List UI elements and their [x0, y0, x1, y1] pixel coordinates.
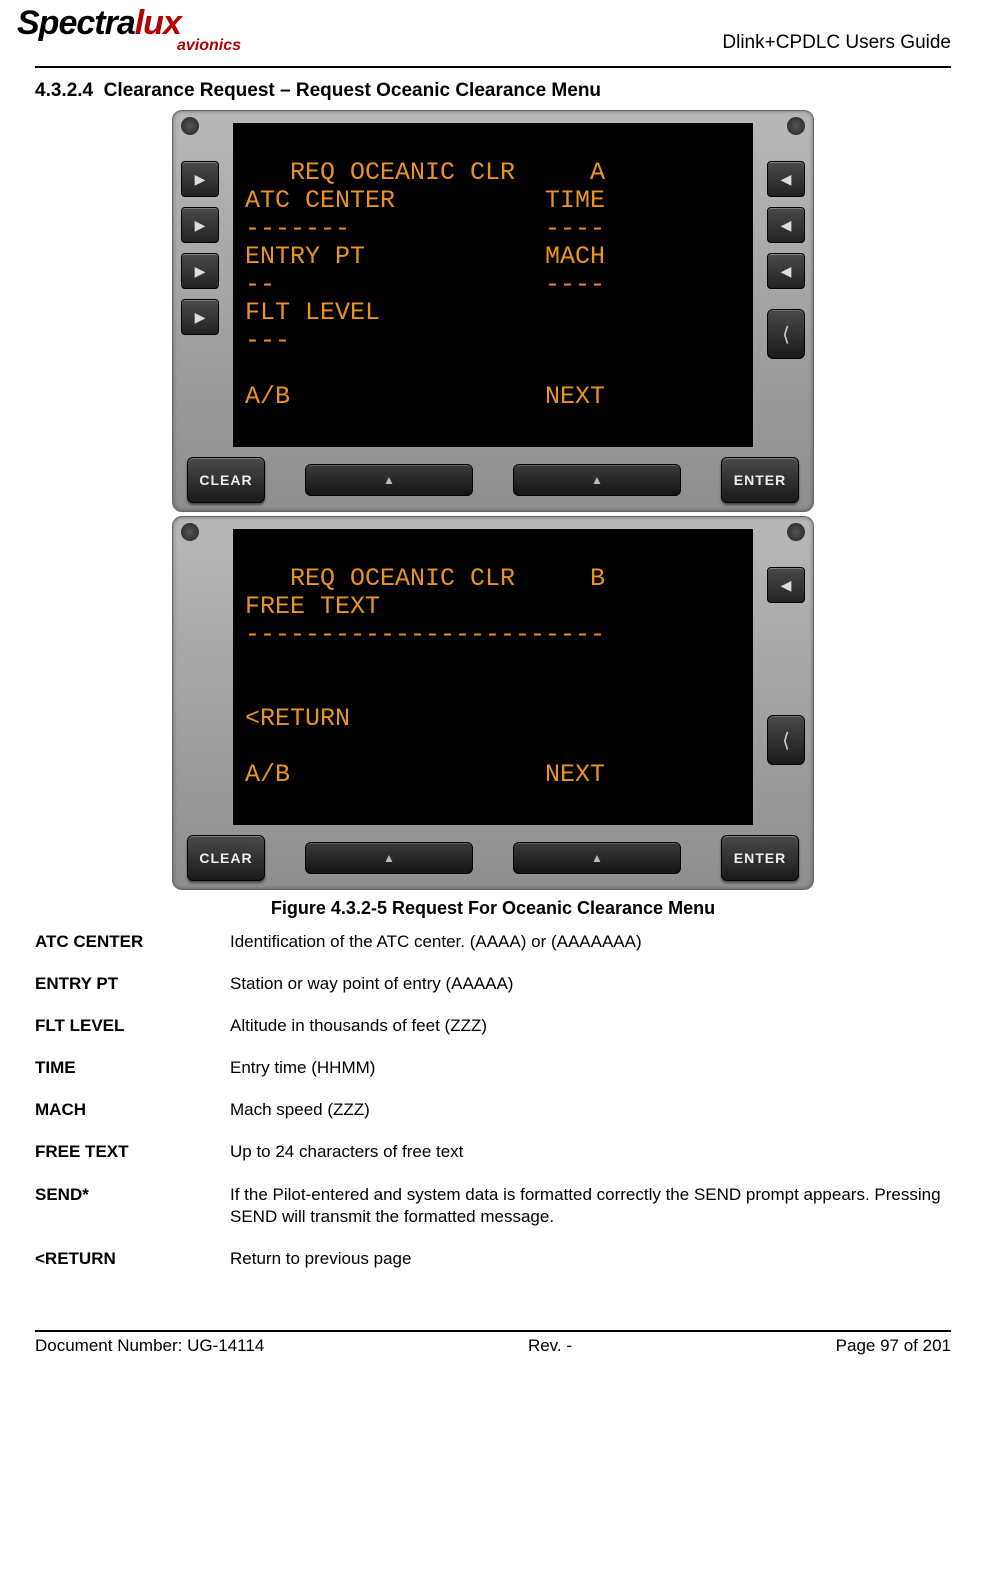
definitions-list: ATC CENTER Identification of the ATC cen…	[35, 931, 951, 1270]
screen-line: FLT LEVEL	[245, 298, 380, 327]
line-select-key[interactable]: ◀	[767, 207, 805, 243]
device-panel-b: ▶ ▶ ▶ ▶ REQ OCEANIC CLR B FREE TEXT ----…	[172, 516, 814, 890]
definition-desc: Altitude in thousands of feet (ZZZ)	[230, 1015, 951, 1037]
screen-line: REQ OCEANIC CLR B	[245, 564, 605, 593]
definition-row: FREE TEXT Up to 24 characters of free te…	[35, 1141, 951, 1163]
definition-desc: Mach speed (ZZZ)	[230, 1099, 951, 1121]
screen-line: ------------------------	[245, 620, 605, 649]
rocker-switch[interactable]: ▲	[513, 842, 681, 874]
line-select-key[interactable]: ◀	[767, 253, 805, 289]
line-select-key[interactable]: ▶	[181, 253, 219, 289]
definition-row: FLT LEVEL Altitude in thousands of feet …	[35, 1015, 951, 1037]
enter-button[interactable]: ENTER	[721, 457, 799, 503]
definition-term: ATC CENTER	[35, 931, 230, 953]
scroll-button[interactable]: ⟨	[767, 309, 805, 359]
screw-icon	[181, 523, 199, 541]
right-softkeys: ◀ ◀ ◀ ⟨	[759, 529, 805, 825]
line-select-key[interactable]: ▶	[181, 299, 219, 335]
definition-desc: If the Pilot-entered and system data is …	[230, 1184, 951, 1228]
screw-icon	[787, 523, 805, 541]
definition-row: SEND* If the Pilot-entered and system da…	[35, 1184, 951, 1228]
screen-line: ------- ----	[245, 214, 605, 243]
section-heading: 4.3.2.4 Clearance Request – Request Ocea…	[35, 80, 951, 102]
definition-desc: Return to previous page	[230, 1248, 951, 1270]
logo-text-a: Spectra	[17, 4, 135, 42]
section-title: Clearance Request – Request Oceanic Clea…	[104, 80, 601, 101]
definition-desc: Identification of the ATC center. (AAAA)…	[230, 931, 951, 953]
cdu-screen-b: REQ OCEANIC CLR B FREE TEXT ------------…	[233, 529, 753, 825]
definition-term: TIME	[35, 1057, 230, 1079]
cdu-screen-a: REQ OCEANIC CLR A ATC CENTER TIME ------…	[233, 123, 753, 447]
guide-title: Dlink+CPDLC Users Guide	[722, 32, 951, 54]
footer-rev: Rev. -	[528, 1336, 572, 1356]
page-header: Spectralux avionics Dlink+CPDLC Users Gu…	[35, 10, 951, 68]
left-softkeys: ▶ ▶ ▶ ▶	[181, 529, 227, 825]
footer-doc: Document Number: UG-14114	[35, 1336, 264, 1356]
screen-line: ENTRY PT MACH	[245, 242, 605, 271]
screw-icon	[181, 117, 199, 135]
definition-term: <RETURN	[35, 1248, 230, 1270]
definition-row: ATC CENTER Identification of the ATC cen…	[35, 931, 951, 953]
rocker-switch[interactable]: ▲	[305, 842, 473, 874]
logo: Spectralux avionics	[17, 4, 247, 55]
page-footer: Document Number: UG-14114 Rev. - Page 97…	[35, 1330, 951, 1356]
right-softkeys: ◀ ◀ ◀ ⟨	[759, 123, 805, 447]
scroll-button[interactable]: ⟨	[767, 715, 805, 765]
footer-page: Page 97 of 201	[836, 1336, 951, 1356]
screen-line: <RETURN	[245, 704, 350, 733]
screen-line: ATC CENTER TIME	[245, 186, 605, 215]
definition-row: <RETURN Return to previous page	[35, 1248, 951, 1270]
screen-line: REQ OCEANIC CLR A	[245, 158, 605, 187]
rocker-switch[interactable]: ▲	[513, 464, 681, 496]
clear-button[interactable]: CLEAR	[187, 835, 265, 881]
rocker-switch[interactable]: ▲	[305, 464, 473, 496]
screw-icon	[787, 117, 805, 135]
definition-row: MACH Mach speed (ZZZ)	[35, 1099, 951, 1121]
definition-row: ENTRY PT Station or way point of entry (…	[35, 973, 951, 995]
enter-button[interactable]: ENTER	[721, 835, 799, 881]
device-panel-a: ▶ ▶ ▶ ▶ REQ OCEANIC CLR A ATC CENTER TIM…	[172, 110, 814, 512]
clear-button[interactable]: CLEAR	[187, 457, 265, 503]
logo-text-b: lux	[135, 4, 181, 42]
definition-desc: Up to 24 characters of free text	[230, 1141, 951, 1163]
definition-row: TIME Entry time (HHMM)	[35, 1057, 951, 1079]
section-number: 4.3.2.4	[35, 80, 93, 101]
definition-desc: Station or way point of entry (AAAAA)	[230, 973, 951, 995]
line-select-key[interactable]: ▶	[181, 207, 219, 243]
screen-line: A/B NEXT	[245, 382, 605, 411]
line-select-key[interactable]: ▶	[181, 161, 219, 197]
left-softkeys: ▶ ▶ ▶ ▶	[181, 123, 227, 447]
line-select-key[interactable]: ◀	[767, 567, 805, 603]
figure-caption: Figure 4.3.2-5 Request For Oceanic Clear…	[271, 898, 715, 919]
screen-line: FREE TEXT	[245, 592, 380, 621]
screen-line: A/B NEXT	[245, 760, 605, 789]
definition-term: FLT LEVEL	[35, 1015, 230, 1037]
definition-term: MACH	[35, 1099, 230, 1121]
definition-term: SEND*	[35, 1184, 230, 1228]
definition-term: FREE TEXT	[35, 1141, 230, 1163]
screen-line: -- ----	[245, 270, 605, 299]
definition-term: ENTRY PT	[35, 973, 230, 995]
line-select-key[interactable]: ◀	[767, 161, 805, 197]
screen-line: ---	[245, 326, 290, 355]
definition-desc: Entry time (HHMM)	[230, 1057, 951, 1079]
